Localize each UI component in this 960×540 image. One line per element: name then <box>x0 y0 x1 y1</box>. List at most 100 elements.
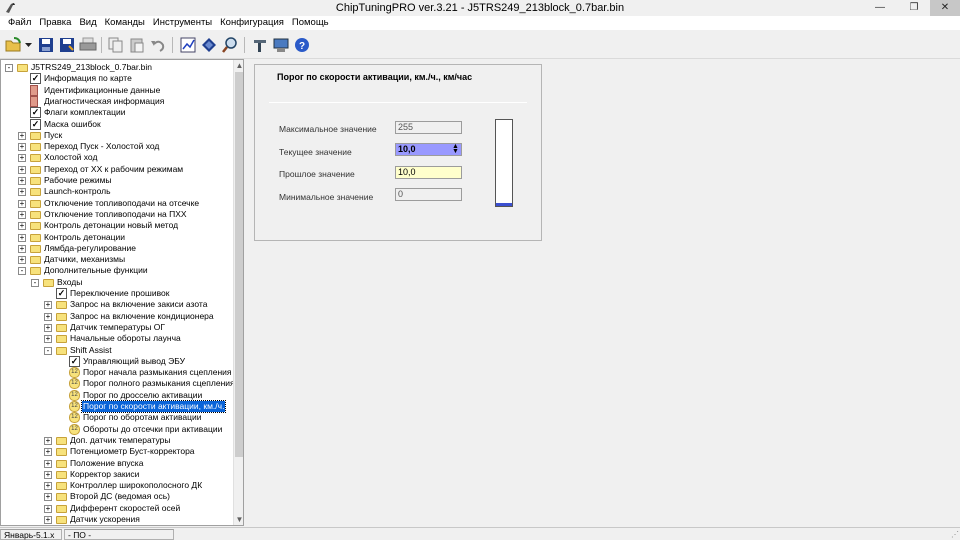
tree-item[interactable]: 12 Порог начала размыкания сцепления <box>1 367 233 379</box>
tools-icon[interactable] <box>250 35 270 55</box>
expand-icon[interactable]: + <box>44 470 52 479</box>
tree-item[interactable]: 12 Порог по оборотам активации <box>1 412 233 424</box>
tree-item[interactable]: + Запрос на включение кондиционера <box>1 311 233 322</box>
tree-item[interactable]: ✓ Информация по карте <box>1 73 233 85</box>
tree-item[interactable]: + Корректор закиси <box>1 469 233 480</box>
undo-icon[interactable] <box>148 35 168 55</box>
menu-view[interactable]: Вид <box>75 16 100 30</box>
expand-icon[interactable]: + <box>44 493 52 502</box>
expand-icon[interactable]: + <box>18 165 26 174</box>
tree-item[interactable]: 12 Порог полного размыкания сцепления <box>1 378 233 390</box>
tree-item[interactable]: ✓ Управляющий вывод ЭБУ <box>1 355 233 367</box>
car-icon[interactable] <box>271 35 291 55</box>
tree-item[interactable]: + Отключение топливоподачи на ПХХ <box>1 209 233 220</box>
menu-edit[interactable]: Правка <box>35 16 75 30</box>
current-value-field[interactable]: 10,0 ▲ ▼ <box>395 143 462 156</box>
resize-grip-icon[interactable]: ⋰ <box>951 530 959 539</box>
paste-icon[interactable] <box>127 35 147 55</box>
expand-icon[interactable]: + <box>18 244 26 253</box>
expand-icon[interactable]: + <box>18 154 26 163</box>
expand-icon[interactable]: + <box>44 436 52 445</box>
minimize-button[interactable]: — <box>866 0 894 16</box>
copy-icon[interactable] <box>106 35 126 55</box>
menu-configuration[interactable]: Конфигурация <box>216 16 288 30</box>
menu-commands[interactable]: Команды <box>101 16 149 30</box>
print-icon[interactable] <box>78 35 98 55</box>
tree-item[interactable]: + Холостой ход <box>1 152 233 163</box>
expand-icon[interactable]: + <box>44 504 52 513</box>
chart-icon[interactable] <box>178 35 198 55</box>
tree-item[interactable]: - Дополнительные функции <box>1 265 233 276</box>
menu-help[interactable]: Помощь <box>288 16 333 30</box>
tree-item[interactable]: + Переход от ХХ к рабочим режимам <box>1 164 233 175</box>
tree-item[interactable]: + Датчик ускорения <box>1 514 233 525</box>
spinner-icon[interactable]: ▲ ▼ <box>451 143 460 155</box>
tree-item[interactable]: + Контроллер широкополосного ДК <box>1 480 233 491</box>
collapse-icon[interactable]: - <box>5 64 13 72</box>
tree-item[interactable]: - Входы <box>1 277 233 288</box>
tree-scrollbar[interactable]: ▲ ▼ <box>233 60 243 525</box>
menu-file[interactable]: Файл <box>4 16 35 30</box>
help-icon[interactable]: ? <box>292 35 312 55</box>
menu-tools[interactable]: Инструменты <box>149 16 216 30</box>
tree-item[interactable]: 12 Порог по скорости активации, км./ч. <box>1 400 233 413</box>
tree-item[interactable]: ✓ Переключение прошивок <box>1 288 233 299</box>
dropdown-arrow-icon[interactable] <box>23 35 33 55</box>
tree-item[interactable]: + Начальные обороты лаунча <box>1 333 233 344</box>
scroll-up-icon[interactable]: ▲ <box>234 60 243 71</box>
expand-icon[interactable]: + <box>44 448 52 457</box>
expand-icon[interactable]: + <box>18 188 26 197</box>
diamond-icon[interactable] <box>199 35 219 55</box>
tree-item[interactable]: + Переход Пуск - Холостой ход <box>1 141 233 152</box>
tree-item[interactable]: ✓ Маска ошибок <box>1 118 233 130</box>
tree-item[interactable]: + Пуск <box>1 130 233 141</box>
close-button[interactable]: ✕ <box>930 0 960 16</box>
tree-item[interactable]: ✓ Флаги комплектации <box>1 107 233 119</box>
open-icon[interactable] <box>4 35 24 55</box>
expand-icon[interactable]: + <box>18 199 26 208</box>
expand-icon[interactable]: + <box>18 256 26 265</box>
tree-item[interactable]: Идентификационные данные <box>1 84 233 96</box>
tree-item[interactable]: + Датчик температуры ОГ <box>1 322 233 333</box>
tree-item[interactable]: + Датчики, механизмы <box>1 254 233 265</box>
save-as-icon[interactable] <box>57 35 77 55</box>
expand-icon[interactable]: + <box>18 210 26 219</box>
maximize-button[interactable]: ❐ <box>900 0 928 16</box>
expand-icon[interactable]: + <box>18 233 26 242</box>
tree-item[interactable]: + Отключение топливоподачи на отсечке <box>1 198 233 209</box>
scroll-down-icon[interactable]: ▼ <box>234 514 243 525</box>
expand-icon[interactable]: + <box>18 143 26 152</box>
tree-item[interactable]: + Launch-контроль <box>1 186 233 197</box>
tree-item[interactable]: + Второй ДС (ведомая ось) <box>1 491 233 502</box>
expand-icon[interactable]: + <box>18 131 26 140</box>
collapse-icon[interactable]: - <box>31 278 39 287</box>
tree-item[interactable]: Диагностическая информация <box>1 95 233 107</box>
scroll-thumb[interactable] <box>235 72 243 457</box>
expand-icon[interactable]: + <box>18 177 26 185</box>
tree-item[interactable]: + Положение впуска <box>1 458 233 469</box>
tree-item[interactable]: + Лямбда-регулирование <box>1 243 233 254</box>
tree-item[interactable]: + Контроль детонации новый метод <box>1 220 233 231</box>
collapse-icon[interactable]: - <box>44 346 52 355</box>
expand-icon[interactable]: + <box>44 312 52 321</box>
tree-item[interactable]: + Рабочие режимы <box>1 175 233 186</box>
tree-item[interactable]: 12 Порог по дросселю активации <box>1 389 233 401</box>
expand-icon[interactable]: + <box>18 222 26 231</box>
collapse-icon[interactable]: - <box>18 267 26 276</box>
tree-item[interactable]: + Контроль детонации <box>1 232 233 243</box>
tree-item[interactable]: + Доп. датчик температуры <box>1 435 233 446</box>
expand-icon[interactable]: + <box>44 516 52 524</box>
save-icon[interactable] <box>36 35 56 55</box>
tree-item[interactable]: - Shift Assist <box>1 345 233 356</box>
expand-icon[interactable]: + <box>44 482 52 491</box>
expand-icon[interactable]: + <box>44 459 52 468</box>
expand-icon[interactable]: + <box>44 335 52 344</box>
tree-item[interactable]: + Дифферент скоростей осей <box>1 503 233 514</box>
tree-item[interactable]: + Потенциометр Буст-корректора <box>1 446 233 457</box>
search-icon[interactable] <box>220 35 240 55</box>
tree-item[interactable]: - J5TRS249_213block_0.7bar.bin <box>1 62 233 73</box>
expand-icon[interactable]: + <box>44 301 52 310</box>
tree-item[interactable]: 12 Обороты до отсечки при активации <box>1 423 233 435</box>
tree-item[interactable]: + Запрос на включение закиси азота <box>1 299 233 310</box>
expand-icon[interactable]: + <box>44 323 52 332</box>
